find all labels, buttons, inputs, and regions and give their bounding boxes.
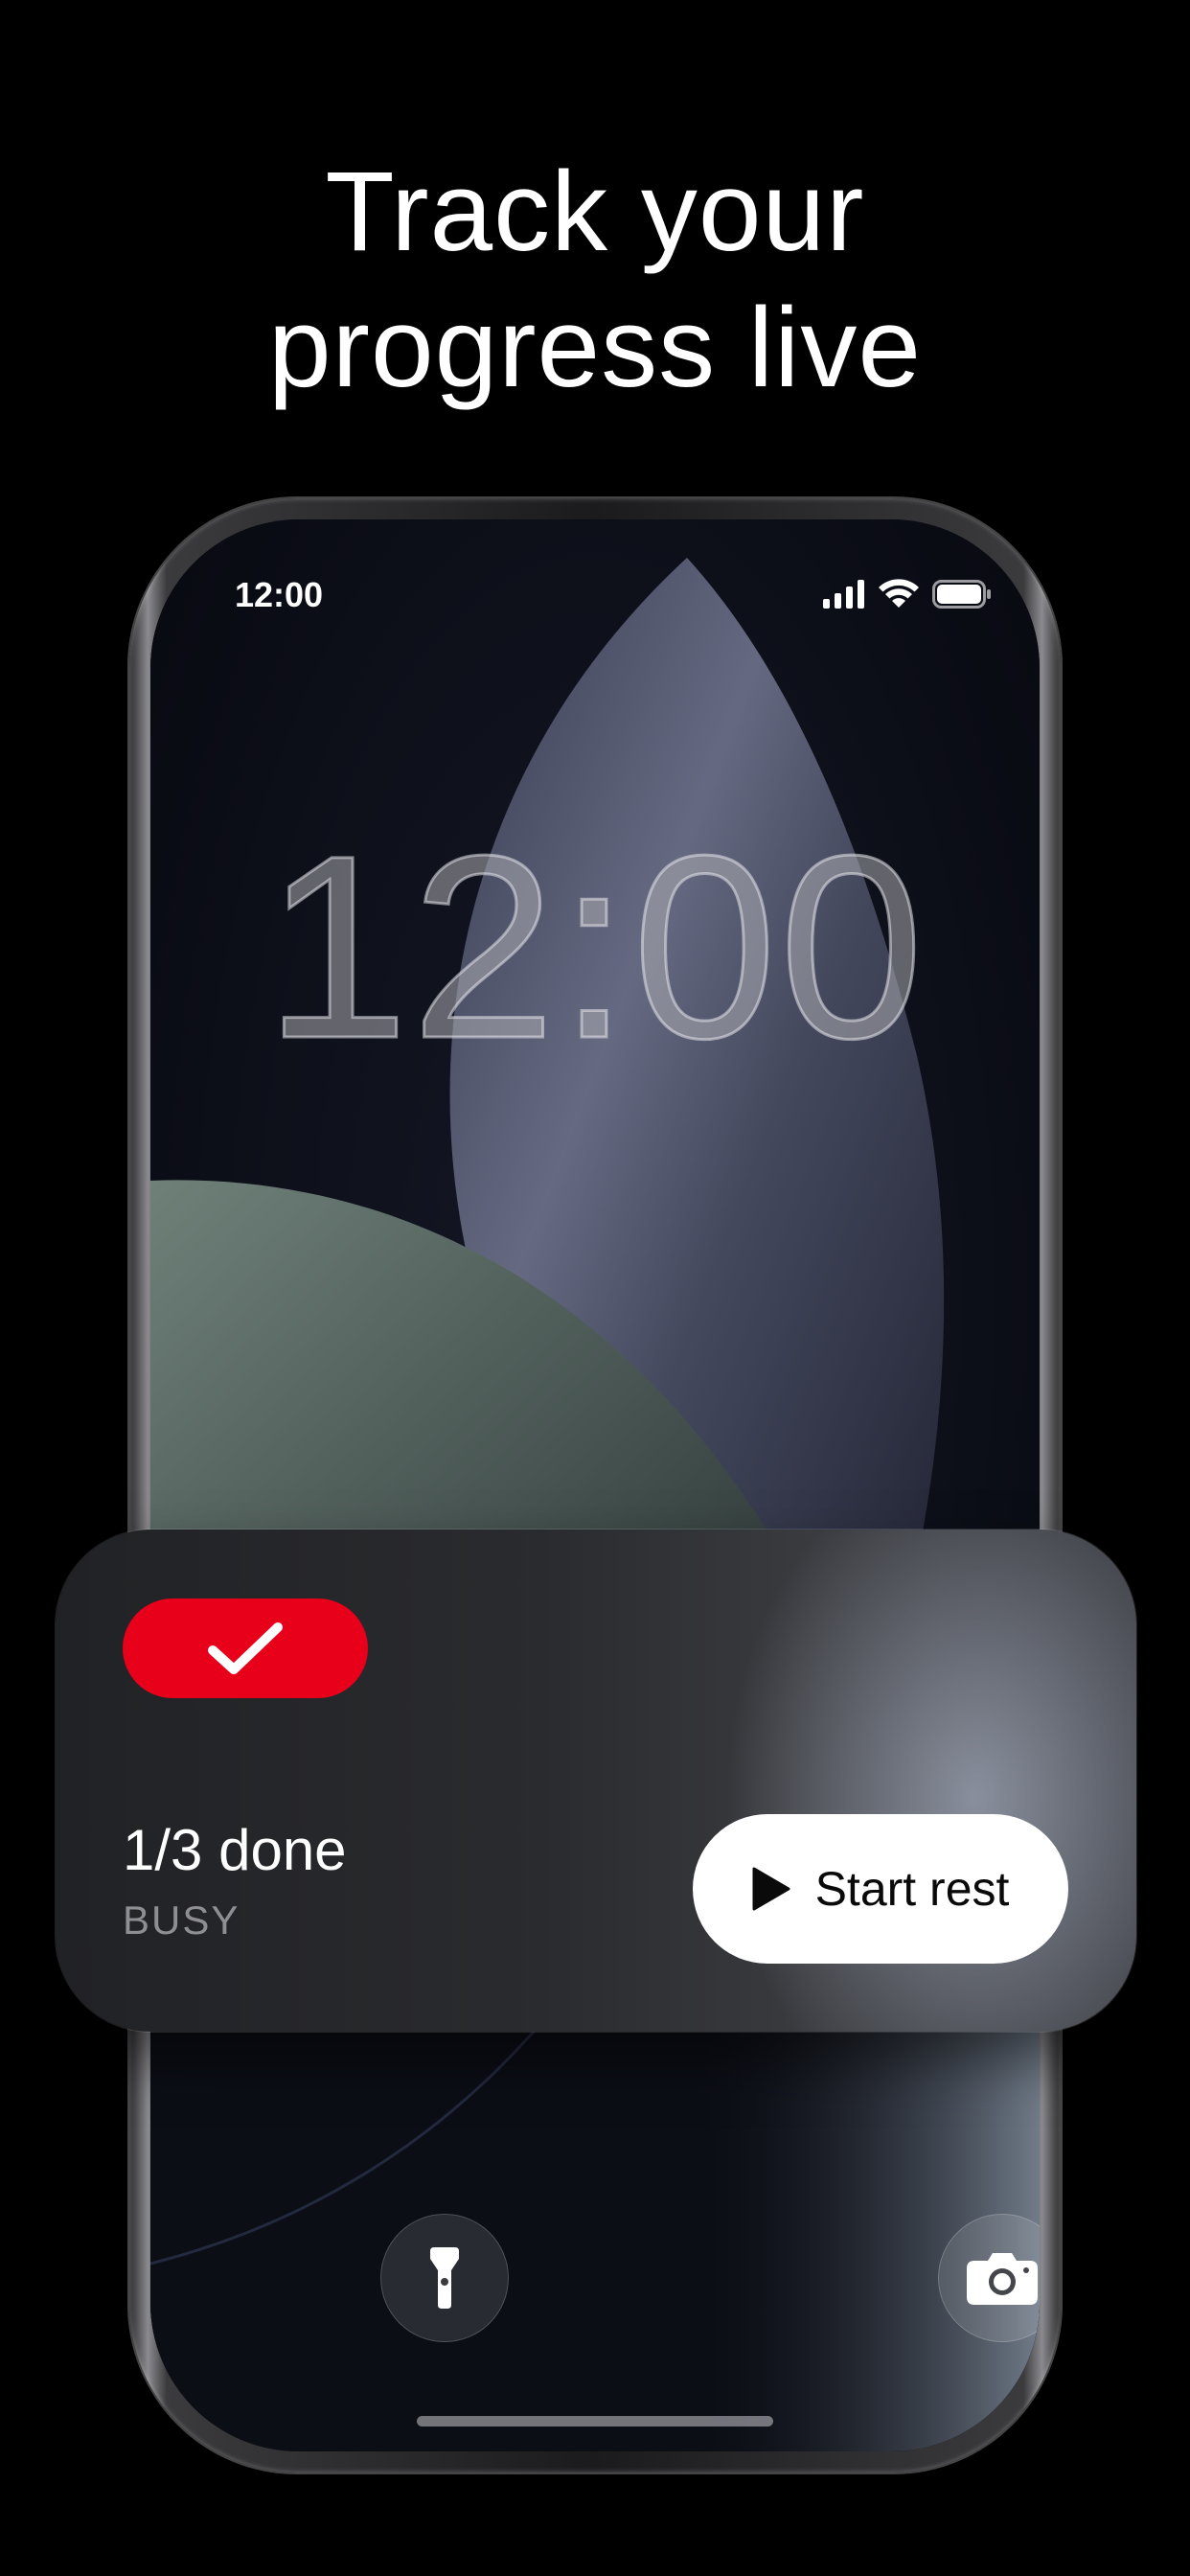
headline-line-1: Track your — [325, 149, 865, 275]
phone-frame: 12:00 12:00 — [129, 498, 1061, 2472]
status-bar-icons — [823, 575, 992, 613]
cellular-signal-icon — [823, 580, 864, 609]
home-indicator[interactable] — [417, 2416, 773, 2426]
headline: Track your progress live — [0, 144, 1190, 416]
status-label: BUSY — [123, 1898, 240, 1943]
status-bar-time: 12:00 — [235, 575, 324, 614]
checkmark-icon — [208, 1622, 283, 1674]
play-icon — [752, 1867, 790, 1911]
lock-screen-clock: 12:00 — [263, 801, 927, 1092]
live-activity-card[interactable]: 1/3 done BUSY Start rest — [56, 1530, 1136, 2032]
progress-label: 1/3 done — [123, 1818, 347, 1882]
battery-icon — [932, 580, 991, 609]
completed-badge — [123, 1598, 368, 1698]
headline-line-2: progress live — [268, 285, 922, 411]
flashlight-icon — [430, 2247, 459, 2309]
camera-icon — [967, 2253, 1038, 2305]
wifi-icon — [879, 579, 919, 608]
lock-screen: 12:00 12:00 — [150, 519, 1040, 2451]
start-rest-button[interactable]: Start rest — [693, 1814, 1068, 1964]
start-rest-label: Start rest — [814, 1862, 1010, 1916]
flashlight-button[interactable] — [380, 2214, 509, 2342]
